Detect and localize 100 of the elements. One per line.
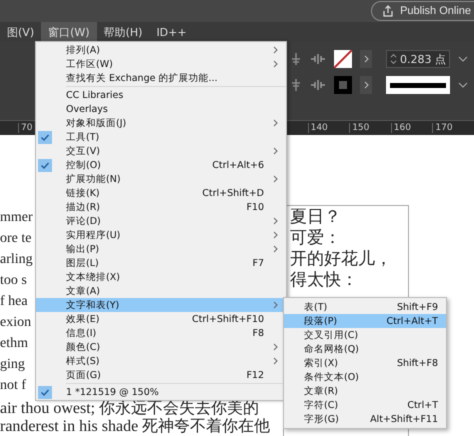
chevron-right-icon [273,175,278,183]
menu-item[interactable]: 字形(G) Alt+Shift+F11 [284,412,446,426]
text-line: randerest in his shade 死神夸不着你在他 [0,418,270,436]
menu-item-label: 条件文本(O) [304,370,360,384]
menu-bar-item[interactable]: 图(V) [0,22,42,42]
menu-item-label: CC Libraries [66,90,124,100]
text-line: 得太快： [290,270,359,291]
shortcut-label: Shift+F8 [396,358,438,368]
stroke-style-field[interactable] [386,76,450,94]
menu-item-label: 文章(R) [304,384,340,398]
text-line: ging [0,356,25,374]
menu-item[interactable]: 排列(A) [36,43,286,57]
menu-item-label: 样式(S) [66,354,100,368]
text-line: 开的好花儿， [290,249,393,270]
share-icon [382,5,394,17]
menu-item[interactable]: Overlays [36,102,286,116]
menu-item[interactable]: 命名网格(Q) [284,342,446,356]
text-line: ethm [0,335,28,353]
publish-online-button[interactable]: Publish Online [371,1,474,21]
menu-item-label: 命名网格(Q) [304,342,360,356]
menu-item[interactable]: 评论(D) [36,214,286,228]
menu-item-label: 扩展功能(N) [66,172,122,186]
menu-item[interactable]: 实用程序(U) [36,228,286,242]
menu-item[interactable]: 索引(X) Shift+F8 [284,356,446,370]
menu-bar-item[interactable]: ID++ [149,22,194,42]
menu-item[interactable]: 效果(E) Ctrl+Shift+F10 [36,312,286,326]
ruler-number: 140 [308,123,350,133]
menu-item-label: 交叉引用(C) [304,328,360,342]
align-icon[interactable] [290,78,302,92]
menu-item-label: 工具(T) [66,130,100,144]
menu-bar-item[interactable]: 窗口(W) [41,22,97,42]
ruler-number: 170 [432,123,474,133]
distribute-icon[interactable] [310,53,326,65]
menu-item[interactable]: 图层(L) F7 [36,256,286,270]
menu-item-label: 表(T) [304,300,328,314]
menu-item[interactable]: 描边(R) F10 [36,200,286,214]
chevron-down-icon[interactable] [458,81,468,89]
fill-swatch[interactable] [334,76,352,94]
chevron-down-icon[interactable] [458,55,468,63]
menu-item[interactable]: 工具(T) [36,130,286,144]
text-line: 夏日？ [290,207,342,228]
menu-item-label: 排列(A) [66,44,101,56]
menu-item-label: 页面(G) [66,368,102,382]
shortcut-label: F12 [246,370,264,380]
shortcut-label: Ctrl+Shift+D [202,188,264,198]
chevron-right-icon[interactable] [360,76,372,94]
stroke-none-swatch[interactable] [334,50,352,68]
menu-item[interactable]: 工作区(W) [36,57,286,71]
shortcut-label: F10 [246,202,264,212]
menu-item[interactable]: 表(T) Shift+F9 [284,300,446,314]
menu-item-label: 1 *121519 @ 150% [66,386,160,398]
menu-item[interactable]: 1 *121519 @ 150% [36,385,286,399]
menu-item[interactable]: 信息(I) F8 [36,326,286,340]
menu-item[interactable]: 查找有关 Exchange 的扩展功能... [36,71,286,85]
menu-item[interactable]: 输出(P) [36,242,286,256]
menu-item[interactable]: 文本绕排(X) [36,270,286,284]
shortcut-label: F8 [252,328,264,338]
text-line: f hea [0,293,28,311]
menu-item[interactable]: 扩展功能(N) [36,172,286,186]
menu-item[interactable]: 条件文本(O) [284,370,446,384]
chevron-right-icon [273,147,278,155]
menu-item[interactable]: 交叉引用(C) [284,328,446,342]
menu-item[interactable]: 页面(G) F12 [36,368,286,382]
menu-item-label: 图层(L) [66,256,100,270]
ruler-number: 150 [349,123,391,133]
menu-item-label: 控制(O) [66,158,102,172]
chevron-right-icon[interactable] [360,50,372,68]
menu-item-label: 工作区(W) [66,58,114,70]
menu-item[interactable]: 控制(O) Ctrl+Alt+6 [36,158,286,172]
text-line: 可爱： [290,228,342,249]
align-icon[interactable] [290,52,302,66]
menu-item-label: 信息(I) [66,326,98,340]
menu-item[interactable]: CC Libraries [36,88,286,102]
menu-item-label: 查找有关 Exchange 的扩展功能... [66,72,219,84]
spinner-icon [390,52,397,66]
menu-item[interactable]: 文章(R) [284,384,446,398]
menu-item-label: 对象和版面(J) [66,116,128,130]
text-line: ore te [0,230,32,248]
menu-item[interactable]: 样式(S) [36,354,286,368]
menu-item[interactable]: 字符(C) Ctrl+T [284,398,446,412]
ruler-number: 160 [390,123,432,133]
menu-item-label: 字符(C) [304,398,340,412]
menu-item-label: 链接(K) [66,186,101,200]
shortcut-label: F7 [252,258,264,268]
menu-bar-item[interactable]: 帮助(H) [96,22,150,42]
text-line: arling [0,251,33,269]
menu-item[interactable]: 文字和表(Y) [36,298,286,312]
menu-item-label: 颜色(C) [66,340,102,354]
stroke-weight-field[interactable]: 0.283 点 [386,50,450,68]
menu-item-label: 描边(R) [66,200,102,214]
text-line: mmer [0,209,33,227]
text-line: exion [0,314,32,332]
menu-item-label: Overlays [66,104,109,114]
menu-item[interactable]: 段落(P) Ctrl+Alt+T [284,314,446,328]
menu-item[interactable]: 交互(V) [36,144,286,158]
menu-item[interactable]: 文章(A) [36,284,286,298]
menu-item-label: 输出(P) [66,242,100,256]
distribute-icon[interactable] [310,79,326,91]
menu-item[interactable]: 颜色(C) [36,340,286,354]
menu-item[interactable]: 链接(K) Ctrl+Shift+D [36,186,286,200]
